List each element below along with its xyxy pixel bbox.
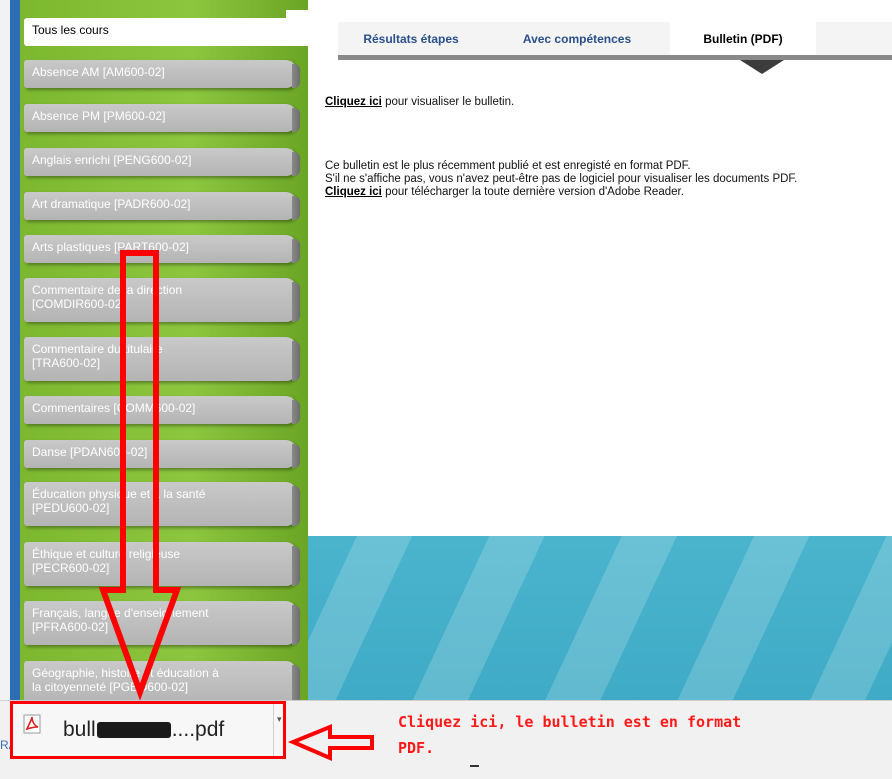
annotation-line-1: Cliquez ici, le bulletin est en format [398, 713, 742, 731]
course-code: [PECR600-02] [32, 561, 110, 575]
view-bulletin-line: Cliquez ici pour visualiser le bulletin. [325, 96, 514, 109]
course-item-anglais-enrichi[interactable]: Anglais enrichi [PENG600-02] [24, 148, 300, 176]
download-item-separator [273, 704, 274, 756]
course-item-absence-pm[interactable]: Absence PM [PM600-02] [24, 104, 300, 132]
course-label: Absence AM [AM600-02] [32, 65, 165, 79]
annotation-line-2: PDF. [398, 739, 435, 757]
text-cursor [470, 765, 479, 767]
tab-bar: Résultats étapes Avec compétences Bullet… [338, 22, 892, 60]
download-menu-chevron-icon[interactable]: ▾ [277, 714, 282, 725]
left-edge [0, 0, 10, 700]
course-item-francais[interactable]: Français, langue d'enseignement [PFRA600… [24, 601, 300, 645]
course-item-tous-les-cours[interactable]: Tous les cours [24, 18, 296, 46]
course-item-education-physique[interactable]: Éducation physique et à la santé [PEDU60… [24, 482, 300, 526]
file-name-suffix: ....pdf [171, 718, 225, 741]
course-item-geographie[interactable]: Géographie, histoire et éducation à la c… [24, 661, 300, 705]
download-reader-link[interactable]: Cliquez ici [325, 186, 382, 198]
download-item[interactable]: bull ....pdf ▾ [10, 701, 286, 759]
view-bulletin-text: pour visualiser le bulletin. [381, 96, 515, 108]
course-item-commentaires[interactable]: Commentaires [COMM600-02] [24, 396, 300, 424]
course-label: Géographie, histoire et éducation à [32, 666, 219, 680]
redacted-scribble [96, 722, 171, 739]
course-code: [TRA600-02] [32, 356, 101, 370]
course-code: [PFRA600-02] [32, 620, 109, 634]
selected-tab-caret [740, 60, 784, 74]
view-bulletin-link[interactable]: Cliquez ici [325, 96, 382, 108]
left-blue-bar [10, 0, 20, 700]
course-item-commentaire-direction[interactable]: Commentaire de la direction [COMDIR600-0… [24, 278, 300, 322]
annotation-text: Cliquez ici, le bulletin est en format P… [398, 709, 818, 761]
course-label: Commentaire de la direction [32, 283, 183, 297]
download-file-name: bull ....pdf [63, 718, 224, 742]
course-label: Danse [PDAN600-02] [32, 445, 148, 459]
course-code: [COMDIR600-02] [32, 297, 125, 311]
info-line-1: Ce bulletin est le plus récemment publié… [325, 160, 691, 172]
course-code: la citoyenneté [PGEO600-02] [32, 680, 189, 694]
course-label: Éducation physique et à la santé [32, 487, 206, 501]
course-item-art-dramatique[interactable]: Art dramatique [PADR600-02] [24, 192, 300, 220]
course-label: Arts plastiques [PART600-02] [32, 240, 189, 254]
course-label: Tous les cours [32, 23, 109, 37]
tab-resultats-etapes[interactable]: Résultats étapes [338, 22, 484, 55]
tab-avec-competences[interactable]: Avec compétences [484, 22, 670, 55]
file-name-prefix: bull [63, 718, 96, 741]
download-reader-text: pour télécharger la toute dernière versi… [381, 186, 684, 198]
course-label: Éthique et culture religieuse [32, 547, 181, 561]
course-label: Français, langue d'enseignement [32, 606, 209, 620]
course-code: [PEDU600-02] [32, 501, 110, 515]
tab-bulletin-pdf[interactable]: Bulletin (PDF) [670, 22, 816, 55]
course-item-commentaire-titulaire[interactable]: Commentaire du titulaire [TRA600-02] [24, 337, 300, 381]
content-panel: Résultats étapes Avec compétences Bullet… [308, 0, 892, 536]
course-label: Anglais enrichi [PENG600-02] [32, 153, 192, 167]
download-reader-line: Cliquez ici pour télécharger la toute de… [325, 186, 684, 199]
course-label: Absence PM [PM600-02] [32, 109, 166, 123]
course-item-absence-am[interactable]: Absence AM [AM600-02] [24, 60, 300, 88]
course-label: Commentaires [COMM600-02] [32, 401, 196, 415]
pdf-icon [23, 714, 41, 734]
course-item-ethique[interactable]: Éthique et culture religieuse [PECR600-0… [24, 542, 300, 586]
course-label: Art dramatique [PADR600-02] [32, 197, 191, 211]
info-line-2: S'il ne s'affiche pas, vous n'avez peut-… [325, 173, 798, 185]
course-item-arts-plastiques[interactable]: Arts plastiques [PART600-02] [24, 235, 300, 263]
course-label: Commentaire du titulaire [32, 342, 163, 356]
course-item-danse[interactable]: Danse [PDAN600-02] [24, 440, 300, 468]
tab-next[interactable] [816, 22, 892, 55]
